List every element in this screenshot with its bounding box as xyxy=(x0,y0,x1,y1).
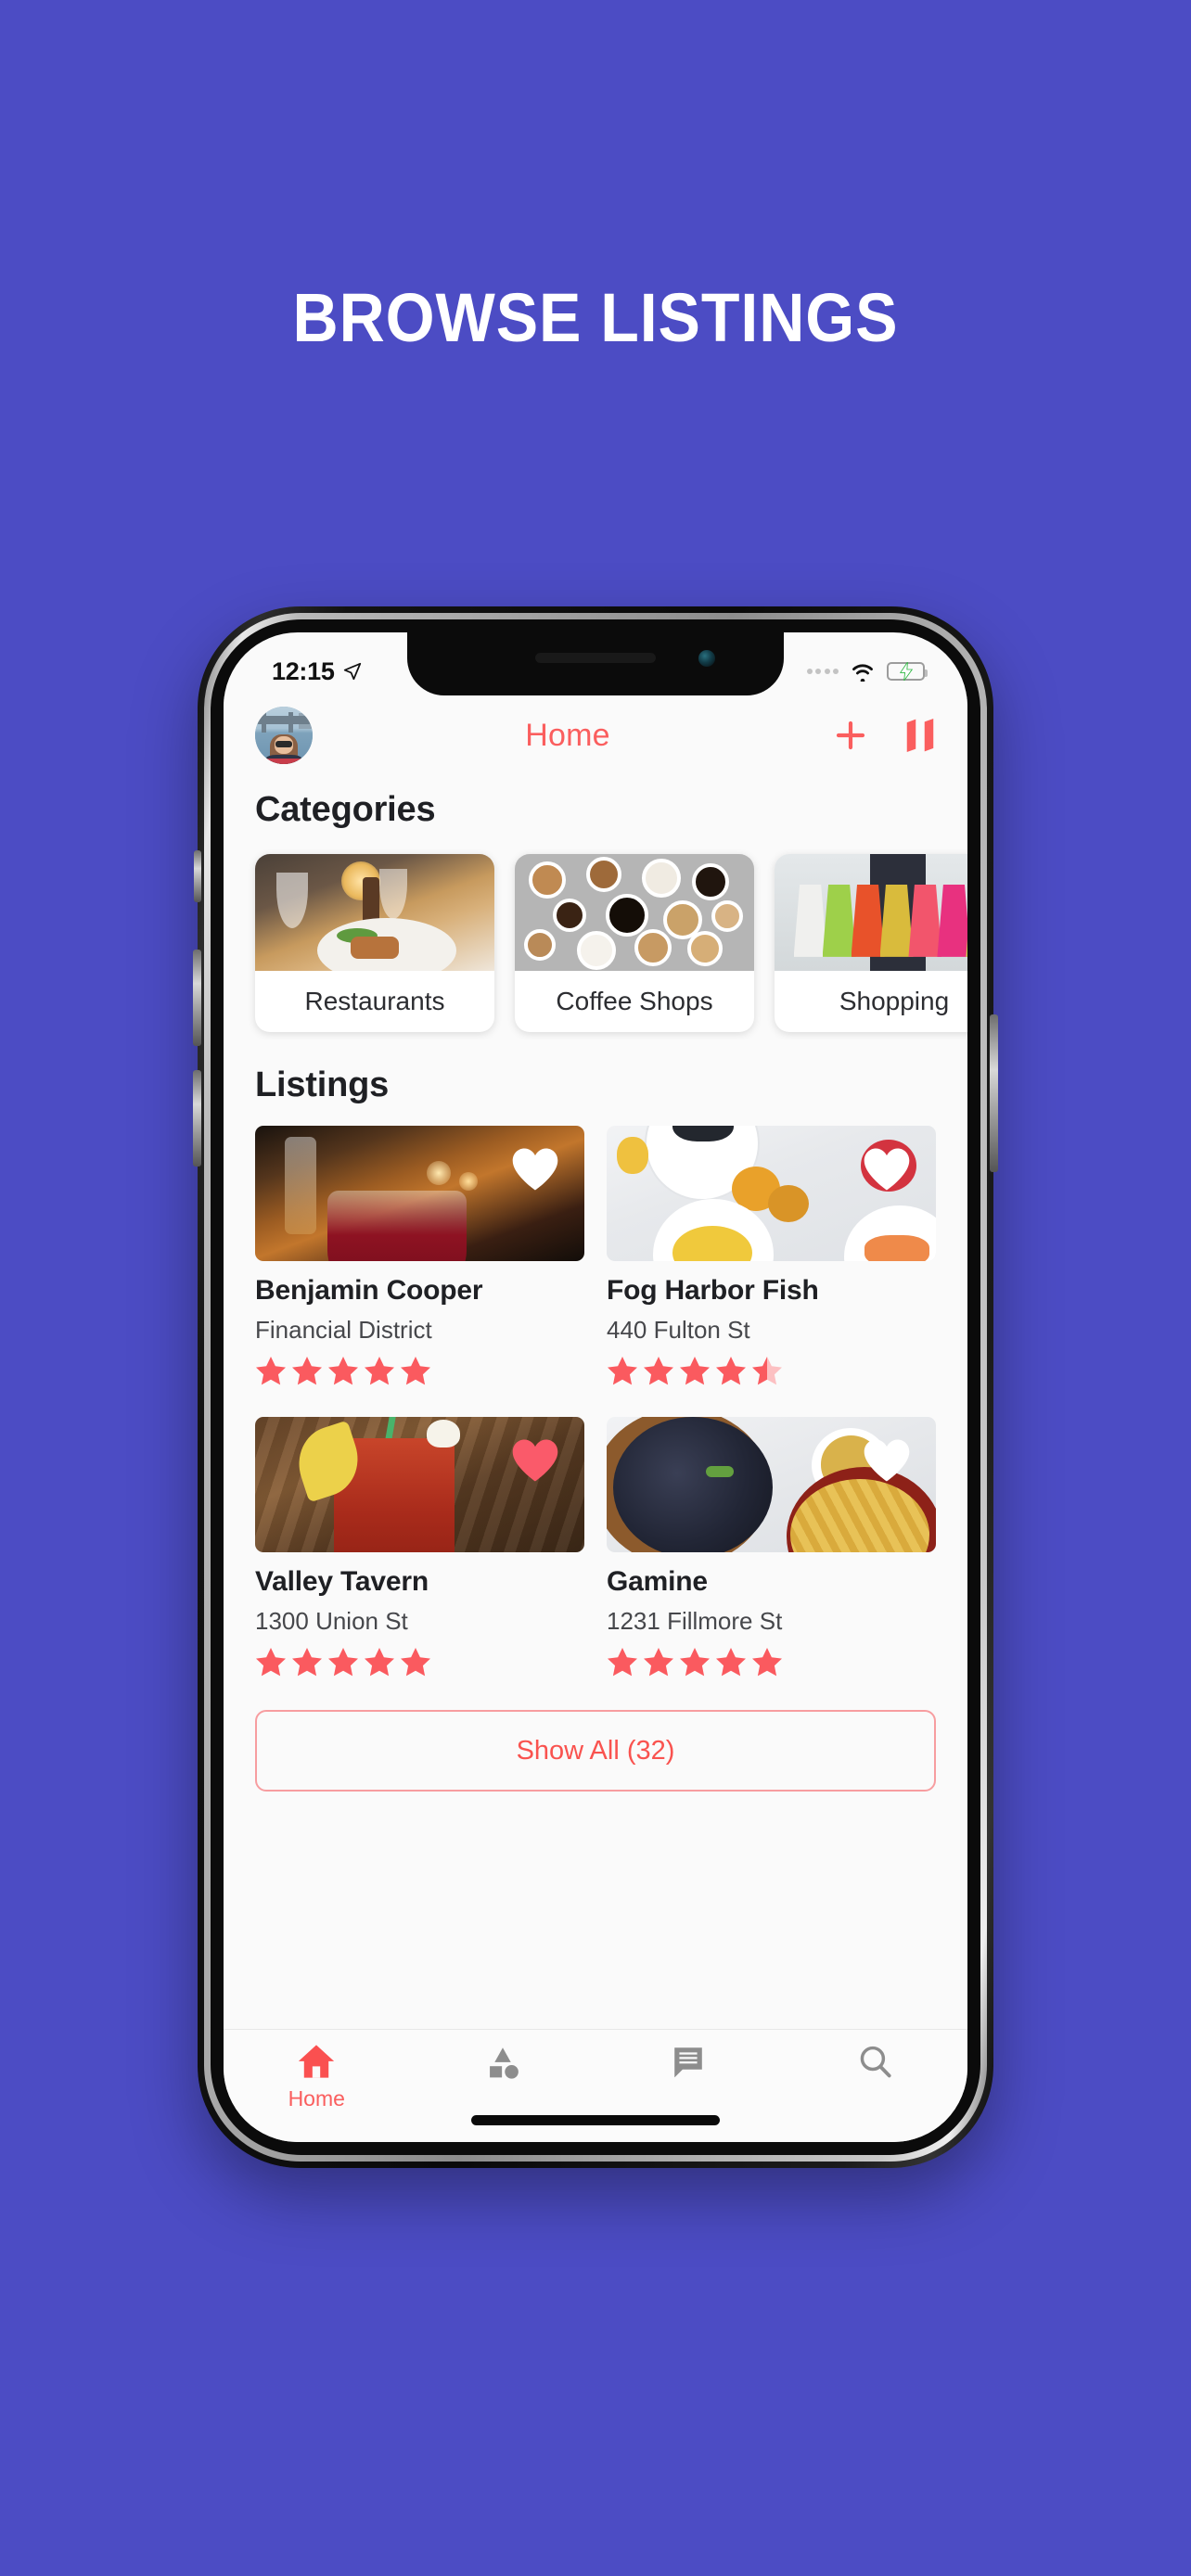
tab-home[interactable]: Home xyxy=(224,2043,410,2111)
tab-search[interactable] xyxy=(782,2043,968,2086)
listing-address: 1300 Union St xyxy=(255,1607,408,1635)
shopping-bags-photo xyxy=(775,854,967,971)
power-button[interactable] xyxy=(990,1014,998,1172)
rating-stars xyxy=(607,1647,936,1677)
app-content: Categories Restaurants Coffee Shops Shop… xyxy=(224,775,967,2029)
category-label: Restaurants xyxy=(304,987,445,1015)
signal-dots-icon xyxy=(806,669,839,674)
volume-down-button[interactable] xyxy=(193,1070,201,1167)
nav-title: Home xyxy=(525,717,610,753)
listing-name: Benjamin Cooper xyxy=(255,1275,483,1306)
categories-rail[interactable]: Restaurants Coffee Shops Shopping xyxy=(224,830,967,1039)
listing-address: 1231 Fillmore St xyxy=(607,1607,783,1635)
favorite-heart-icon[interactable] xyxy=(510,1437,560,1484)
category-card[interactable]: Coffee Shops xyxy=(515,854,754,1032)
bloody-mary-photo xyxy=(255,1417,584,1552)
favorite-heart-icon[interactable] xyxy=(510,1146,560,1192)
chat-icon xyxy=(674,2047,703,2078)
wifi-icon xyxy=(852,664,873,682)
listing-card[interactable]: Valley Tavern 1300 Union St xyxy=(255,1417,584,1677)
listing-card[interactable]: Fog Harbor Fish 440 Fulton St xyxy=(607,1126,936,1385)
map-icon[interactable] xyxy=(904,718,936,753)
tab-home-label: Home xyxy=(288,2086,345,2111)
category-card[interactable]: Restaurants xyxy=(255,854,494,1032)
favorite-heart-icon[interactable] xyxy=(862,1146,912,1192)
home-indicator[interactable] xyxy=(471,2115,720,2125)
mussels-frites-photo xyxy=(607,1417,936,1552)
page-title: BROWSE LISTINGS xyxy=(292,279,899,356)
app-nav-bar: Home xyxy=(224,695,967,775)
mute-switch[interactable] xyxy=(194,850,201,902)
listing-address: Financial District xyxy=(255,1316,432,1344)
status-bar-right xyxy=(806,661,928,682)
tab-messages[interactable] xyxy=(596,2043,782,2086)
listing-card[interactable]: Gamine 1231 Fillmore St xyxy=(607,1417,936,1677)
rating-stars xyxy=(255,1647,584,1677)
coffee-cups-photo xyxy=(515,854,754,971)
plus-icon[interactable] xyxy=(832,717,869,754)
charging-bolt-icon xyxy=(899,662,913,681)
earpiece-speaker xyxy=(535,653,656,663)
device-notch xyxy=(407,632,784,695)
status-bar-left: 12:15 xyxy=(272,657,363,686)
category-card[interactable]: Shopping xyxy=(775,854,967,1032)
status-time: 12:15 xyxy=(272,657,335,685)
front-camera xyxy=(698,650,715,667)
listings-row: Valley Tavern 1300 Union St Gamine 1231 … xyxy=(255,1417,936,1677)
shapes-icon xyxy=(489,2047,519,2079)
rating-stars xyxy=(607,1356,936,1385)
show-all-button[interactable]: Show All (32) xyxy=(255,1710,936,1792)
brunch-table-photo xyxy=(607,1126,936,1261)
favorite-heart-icon[interactable] xyxy=(862,1437,912,1484)
volume-up-button[interactable] xyxy=(193,950,201,1046)
restaurant-table-photo xyxy=(255,854,494,971)
listings-section: Benjamin Cooper Financial District Fog H… xyxy=(224,1126,967,1677)
phone-mockup: 12:15 Home Categories Restaurants Coffee… xyxy=(193,606,998,2168)
listing-name: Gamine xyxy=(607,1566,708,1597)
avatar[interactable] xyxy=(255,707,313,764)
listings-row: Benjamin Cooper Financial District Fog H… xyxy=(255,1126,936,1385)
search-icon xyxy=(860,2046,891,2078)
nav-actions xyxy=(832,717,936,754)
home-icon xyxy=(299,2045,335,2078)
listing-name: Valley Tavern xyxy=(255,1566,429,1597)
phone-screen: 12:15 Home Categories Restaurants Coffee… xyxy=(224,632,967,2142)
half-star-icon xyxy=(752,1357,782,1385)
listing-address: 440 Fulton St xyxy=(607,1316,750,1344)
category-label: Shopping xyxy=(839,987,950,1015)
listings-heading: Listings xyxy=(255,1065,390,1104)
cocktail-bar-photo xyxy=(255,1126,584,1261)
categories-heading: Categories xyxy=(255,790,436,829)
location-arrow-icon xyxy=(343,662,361,681)
tab-categories[interactable] xyxy=(410,2043,596,2086)
listing-card[interactable]: Benjamin Cooper Financial District xyxy=(255,1126,584,1385)
category-label: Coffee Shops xyxy=(556,987,713,1015)
listing-name: Fog Harbor Fish xyxy=(607,1275,819,1306)
battery-charging-icon xyxy=(887,662,928,681)
rating-stars xyxy=(255,1356,584,1385)
